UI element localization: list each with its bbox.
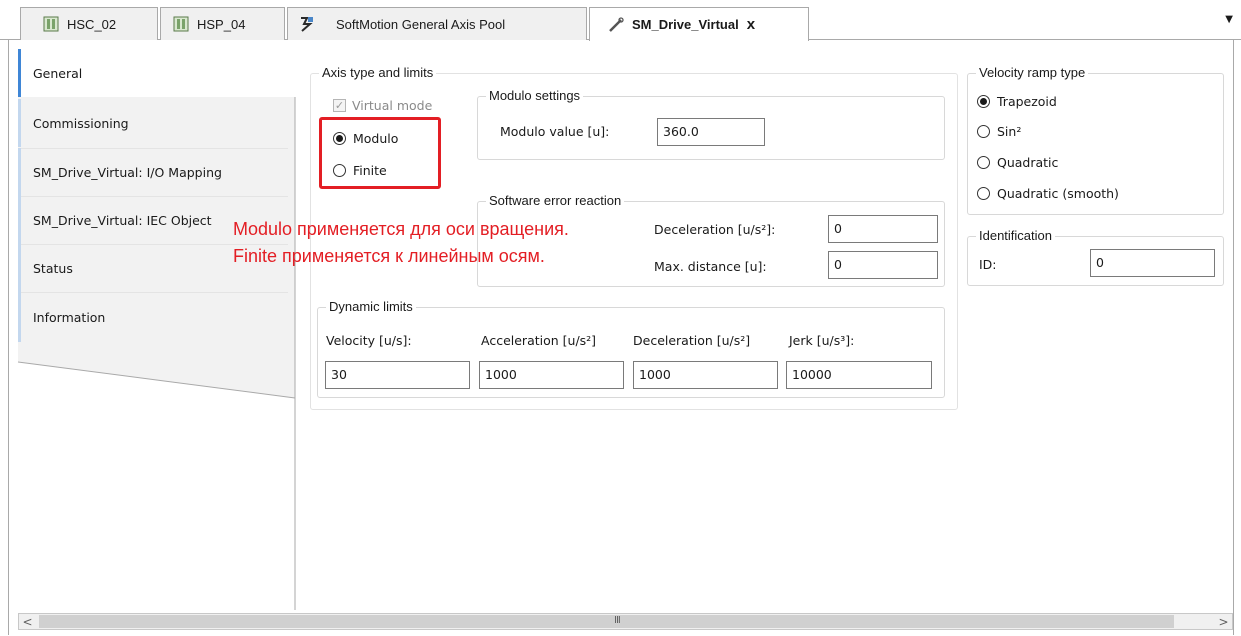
sw-deceleration-field[interactable]: 0 — [828, 215, 938, 243]
group-title: Dynamic limits — [326, 299, 416, 314]
annotation-highlight-box — [319, 117, 441, 189]
tab-hsp-04[interactable]: HSP_04 — [160, 7, 285, 40]
virtual-mode-checkbox: ✓ Virtual mode — [333, 98, 432, 113]
nav-item-iec-object[interactable]: SM_Drive_Virtual: IEC Object — [18, 196, 233, 244]
nav-item-label: Information — [33, 309, 106, 325]
jerk-label: Jerk [u/s³]: — [789, 333, 855, 348]
velocity-field[interactable]: 30 — [325, 361, 470, 389]
radio-label: Quadratic (smooth) — [997, 186, 1119, 201]
tab-label: SoftMotion General Axis Pool — [336, 16, 506, 32]
radio-label: Quadratic — [997, 155, 1059, 170]
annotation-line-2: Finite применяется к линейным осям. — [233, 246, 545, 266]
radio-label: Trapezoid — [997, 94, 1057, 109]
group-title: Identification — [976, 228, 1055, 243]
max-distance-field[interactable]: 0 — [828, 251, 938, 279]
annotation-line-1: Modulo применяется для оси вращения. — [233, 219, 569, 239]
radio-selected-icon — [977, 95, 990, 108]
nav-item-information[interactable]: Information — [18, 292, 298, 342]
nav-item-label: Commissioning — [33, 115, 129, 131]
nav-indicator — [18, 49, 21, 97]
ramp-sin2-radio[interactable]: Sin² — [977, 124, 1021, 139]
deceleration-label: Deceleration [u/s²] — [633, 333, 751, 348]
acceleration-field[interactable]: 1000 — [479, 361, 624, 389]
nav-item-label: Status — [33, 260, 73, 276]
acceleration-label: Acceleration [u/s²] — [481, 333, 597, 348]
scroll-right-icon[interactable]: > — [1215, 614, 1232, 629]
radio-empty-icon — [977, 125, 990, 138]
ramp-trapezoid-radio[interactable]: Trapezoid — [977, 94, 1057, 109]
grip-icon: III — [614, 615, 621, 626]
nav-indicator — [18, 148, 21, 196]
document-tab-strip: HSC_02 HSP_04 SoftMotion General Axis Po… — [0, 0, 1241, 41]
id-label: ID: — [979, 257, 997, 272]
group-title: Software error reaction — [486, 193, 625, 208]
max-distance-label: Max. distance [u]: — [654, 259, 767, 274]
checkmark-icon: ✓ — [333, 99, 346, 112]
tab-label: SM_Drive_Virtual — [632, 17, 739, 32]
radio-label: Sin² — [997, 124, 1022, 139]
modulo-value-field[interactable]: 360.0 — [657, 118, 765, 146]
horizontal-scrollbar[interactable]: < III > — [18, 613, 1233, 630]
drive-icon — [609, 16, 624, 32]
nav-item-io-mapping[interactable]: SM_Drive_Virtual: I/O Mapping — [18, 148, 298, 196]
scrollbar-thumb[interactable]: III — [39, 615, 1174, 628]
nav-item-label: SM_Drive_Virtual: IEC Object — [33, 212, 212, 228]
ramp-quadratic-radio[interactable]: Quadratic — [977, 155, 1058, 170]
nav-indicator — [18, 292, 21, 342]
device-icon — [173, 16, 189, 32]
close-icon[interactable]: x — [747, 16, 755, 33]
nav-indicator — [18, 196, 21, 244]
nav-item-label: General — [33, 65, 83, 81]
deceleration-field[interactable]: 1000 — [633, 361, 778, 389]
sw-deceleration-label: Deceleration [u/s²]: — [654, 222, 776, 237]
group-title: Axis type and limits — [319, 65, 437, 80]
scroll-left-icon[interactable]: < — [19, 614, 36, 629]
group-title: Modulo settings — [486, 88, 584, 103]
nav-item-label: SM_Drive_Virtual: I/O Mapping — [33, 164, 222, 180]
jerk-field[interactable]: 10000 — [786, 361, 932, 389]
ramp-quadratic-smooth-radio[interactable]: Quadratic (smooth) — [977, 186, 1119, 201]
modulo-value-label: Modulo value [u]: — [500, 124, 610, 139]
axis-pool-icon — [301, 17, 313, 32]
radio-empty-icon — [977, 187, 990, 200]
velocity-label: Velocity [u/s]: — [326, 333, 412, 348]
checkbox-label: Virtual mode — [352, 98, 433, 113]
tab-label: HSC_02 — [67, 16, 117, 32]
tab-sm-drive-virtual[interactable]: SM_Drive_Virtual x — [589, 7, 809, 41]
group-title: Velocity ramp type — [976, 65, 1089, 80]
nav-indicator — [18, 244, 21, 292]
id-field[interactable]: 0 — [1090, 249, 1215, 277]
nav-item-general[interactable]: General — [18, 49, 298, 97]
tab-hsc-02[interactable]: HSC_02 — [20, 7, 158, 40]
tab-label: HSP_04 — [197, 16, 246, 32]
nav-item-commissioning[interactable]: Commissioning — [18, 99, 298, 147]
nav-indicator — [18, 99, 21, 147]
chevron-down-icon[interactable]: ▼ — [1225, 14, 1233, 25]
tab-softmotion-axis-pool[interactable]: SoftMotion General Axis Pool — [287, 7, 587, 40]
radio-empty-icon — [977, 156, 990, 169]
device-icon — [43, 16, 59, 32]
nav-item-status[interactable]: Status — [18, 244, 233, 292]
